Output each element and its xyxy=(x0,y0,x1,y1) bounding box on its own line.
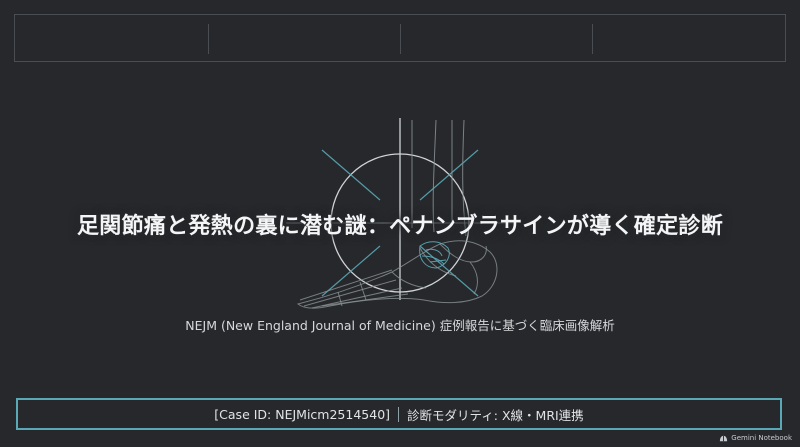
separator xyxy=(398,406,400,422)
case-info-bar: [Case ID: NEJMicm2514540] 診断モダリティ: X線・MR… xyxy=(16,398,782,430)
slide-subtitle: NEJM (New England Journal of Medicine) 症… xyxy=(185,318,615,333)
brand-label: Gemini Notebook xyxy=(731,434,792,442)
foot-bones xyxy=(296,240,498,309)
slide-title: 足関節痛と発熱の裏に潜む謎：ペナンブラサインが導く確定診断 xyxy=(76,214,724,239)
modality-label: 診断モダリティ: X線・MRI連携 xyxy=(407,407,584,423)
slide: 足関節痛と発熱の裏に潜む謎：ペナンブラサインが導く確定診断 NEJM (New … xyxy=(0,0,800,447)
gemini-notebook-icon xyxy=(720,435,728,441)
brand-watermark: Gemini Notebook xyxy=(719,432,792,444)
case-id: [Case ID: NEJMicm2514540] xyxy=(214,406,391,422)
